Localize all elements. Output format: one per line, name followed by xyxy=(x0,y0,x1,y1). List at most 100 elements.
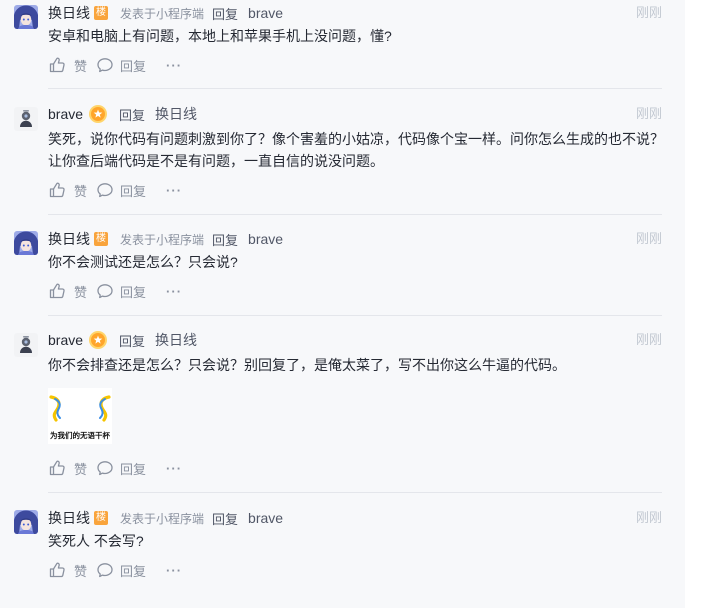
comment-text: 笑死人 不会写? xyxy=(48,530,685,552)
like-button[interactable]: 赞 xyxy=(48,457,87,479)
comment-text-line: 让你查后端代码是不是有问题，一直自信的说没问题。 xyxy=(48,153,384,169)
anime-avatar-icon xyxy=(14,510,38,534)
reply-target-name[interactable]: 换日线 xyxy=(155,330,197,350)
author-name[interactable]: 换日线 xyxy=(48,3,90,23)
reply-label: 回复 xyxy=(119,333,146,349)
comment-body: 换日线 楼 发表于小程序端 回复 brave 笑死人 不会写? 赞 回复 ··· xyxy=(48,506,685,581)
comment-text-line: 笑死人 不会写? xyxy=(48,533,144,549)
comment-actions: 赞 回复 ··· xyxy=(48,179,685,201)
comment-divider xyxy=(48,88,662,89)
comment-text: 你不会排查还是怎么？只会说？别回复了，是俺太菜了，写不出你这么牛逼的代码。 xyxy=(48,354,685,376)
sticker-caption: 为我们的无语干杯 xyxy=(50,430,110,440)
like-label: 赞 xyxy=(74,563,88,579)
anime-avatar-icon xyxy=(14,5,38,29)
more-options-button[interactable]: ··· xyxy=(166,54,182,76)
author-avatar[interactable] xyxy=(14,333,38,357)
more-options-button[interactable]: ··· xyxy=(166,280,182,302)
author-avatar[interactable] xyxy=(14,5,38,29)
author-name[interactable]: 换日线 xyxy=(48,229,90,249)
reply-target-name[interactable]: brave xyxy=(248,5,283,21)
like-button[interactable]: 赞 xyxy=(48,559,87,581)
comment-text-line: 你不会排查还是怎么？只会说？别回复了，是俺太菜了，写不出你这么牛逼的代码。 xyxy=(48,357,566,373)
comment-time: 刚刚 xyxy=(635,5,662,20)
author-avatar[interactable] xyxy=(14,107,38,131)
like-button[interactable]: 赞 xyxy=(48,54,87,76)
reply-target-name[interactable]: brave xyxy=(248,510,283,526)
comment-header: 换日线 楼 发表于小程序端 回复 brave xyxy=(48,1,685,25)
comment-body: brave 回复 换日线 笑死，说你代码有问题刺激到你了？像个害羞的小姑凉，代码… xyxy=(48,100,685,201)
comment-text: 安卓和电脑上有问题，本地上和苹果手机上没问题，懂? xyxy=(48,25,685,47)
comment-divider xyxy=(48,214,662,215)
comment-divider xyxy=(48,315,662,316)
thumbs-up-icon xyxy=(48,56,66,74)
reply-target-name[interactable]: brave xyxy=(248,231,283,247)
gold-star-badge-icon xyxy=(89,105,107,123)
ellipsis-icon: ··· xyxy=(166,182,183,198)
more-options-button[interactable]: ··· xyxy=(166,457,182,479)
comment-text: 你不会测试还是怎么？只会说? xyxy=(48,251,685,273)
floor-owner-badge: 楼 xyxy=(94,511,108,525)
comment-time: 刚刚 xyxy=(635,510,662,525)
comment-header: 换日线 楼 发表于小程序端 回复 brave xyxy=(48,506,685,530)
floor-owner-badge: 楼 xyxy=(94,6,108,20)
comment-header: brave 回复 换日线 xyxy=(48,100,685,128)
comment-bubble-icon xyxy=(96,56,114,74)
ellipsis-icon: ··· xyxy=(166,562,183,578)
comment-item: 刚刚 换日线 楼 发表于小程序端 回复 brave 你不会测试还是怎么？只会说?… xyxy=(0,227,685,302)
ellipsis-icon: ··· xyxy=(166,460,183,476)
author-avatar[interactable] xyxy=(14,231,38,255)
author-name[interactable]: brave xyxy=(48,332,83,348)
reply-button-label: 回复 xyxy=(120,461,147,477)
reply-label: 回复 xyxy=(212,232,239,248)
reply-button[interactable]: 回复 xyxy=(96,54,146,76)
brave-avatar-icon xyxy=(14,107,38,131)
comment-header: 换日线 楼 发表于小程序端 回复 brave xyxy=(48,227,685,251)
comment-bubble-icon xyxy=(96,459,114,477)
comment-bubble-icon xyxy=(96,282,114,300)
comment-actions: 赞 回复 ··· xyxy=(48,280,685,302)
comment-text-line: 安卓和电脑上有问题，本地上和苹果手机上没问题，懂? xyxy=(48,28,392,44)
comment-bubble-icon xyxy=(96,181,114,199)
author-name[interactable]: brave xyxy=(48,106,83,122)
comment-list-panel: 刚刚 换日线 楼 发表于小程序端 回复 brave 安卓和电脑上有问题，本地上和… xyxy=(0,0,685,608)
post-source: 发表于小程序端 xyxy=(120,232,205,247)
more-options-button[interactable]: ··· xyxy=(166,559,182,581)
reply-button[interactable]: 回复 xyxy=(96,559,146,581)
reply-button[interactable]: 回复 xyxy=(96,280,146,302)
like-label: 赞 xyxy=(74,58,88,74)
comment-actions: 赞 回复 ··· xyxy=(48,54,685,76)
like-button[interactable]: 赞 xyxy=(48,280,87,302)
reply-button-label: 回复 xyxy=(120,284,147,300)
comment-time: 刚刚 xyxy=(635,106,662,121)
thumbs-up-icon xyxy=(48,282,66,300)
more-options-button[interactable]: ··· xyxy=(166,179,182,201)
thumbs-up-icon xyxy=(48,459,66,477)
thumbs-up-icon xyxy=(48,181,66,199)
author-name[interactable]: 换日线 xyxy=(48,508,90,528)
reply-button-label: 回复 xyxy=(120,183,147,199)
post-source: 发表于小程序端 xyxy=(120,6,205,21)
reply-button[interactable]: 回复 xyxy=(96,179,146,201)
like-label: 赞 xyxy=(74,284,88,300)
comment-text-line: 你不会测试还是怎么？只会说? xyxy=(48,254,238,270)
post-source: 发表于小程序端 xyxy=(120,511,205,526)
reply-label: 回复 xyxy=(212,511,239,527)
comment-actions: 赞 回复 ··· xyxy=(48,457,685,479)
ellipsis-icon: ··· xyxy=(166,283,183,299)
comment-item: 刚刚 换日线 楼 发表于小程序端 回复 brave 笑死人 不会写? 赞 回复 xyxy=(0,506,685,581)
gold-star-badge-icon xyxy=(89,331,107,349)
author-avatar[interactable] xyxy=(14,510,38,534)
comment-body: 换日线 楼 发表于小程序端 回复 brave 安卓和电脑上有问题，本地上和苹果手… xyxy=(48,1,685,76)
comment-item: 刚刚 换日线 楼 发表于小程序端 回复 brave 安卓和电脑上有问题，本地上和… xyxy=(0,1,685,76)
reply-label: 回复 xyxy=(119,107,146,123)
comment-text-line: 笑死，说你代码有问题刺激到你了？像个害羞的小姑凉，代码像个宝一样。问你怎么生成的… xyxy=(48,131,664,147)
reply-button-label: 回复 xyxy=(120,58,147,74)
comment-body: 换日线 楼 发表于小程序端 回复 brave 你不会测试还是怎么？只会说? 赞 … xyxy=(48,227,685,302)
comment-bubble-icon xyxy=(96,561,114,579)
reply-target-name[interactable]: 换日线 xyxy=(155,104,197,124)
like-button[interactable]: 赞 xyxy=(48,179,87,201)
cheers-sticker[interactable]: 为我们的无语干杯 xyxy=(48,388,112,444)
comment-divider xyxy=(48,492,662,493)
reply-button[interactable]: 回复 xyxy=(96,457,146,479)
anime-avatar-icon xyxy=(14,231,38,255)
